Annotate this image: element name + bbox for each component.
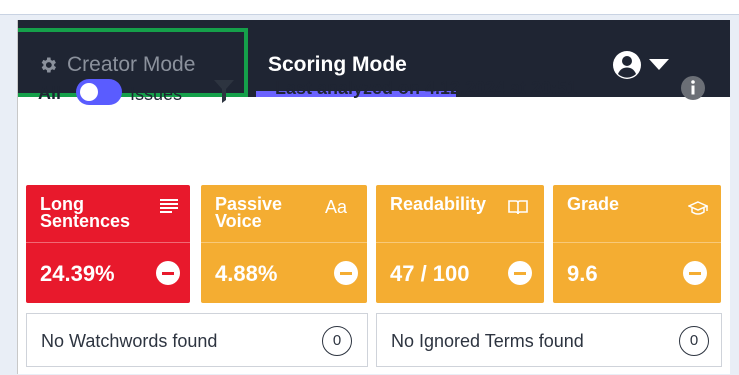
collapse-icon[interactable] xyxy=(334,261,358,285)
card-header: Grade xyxy=(553,185,721,243)
watchwords-box[interactable]: No Watchwords found 0 xyxy=(26,313,368,367)
chevron-down-icon xyxy=(649,59,669,70)
user-menu[interactable] xyxy=(612,50,670,80)
tab-scoring-mode[interactable]: Scoring Mode xyxy=(268,50,407,80)
last-analyzed-text: Last analyzed on 4.12.2024 at 20:51 xyxy=(275,78,578,98)
filter-icon[interactable] xyxy=(213,78,235,104)
metric-long-sentences[interactable]: Long Sentences 24.39% xyxy=(26,185,190,303)
card-title: Passive Voice xyxy=(215,195,282,231)
graduation-cap-icon xyxy=(688,201,708,215)
watchwords-label: No Watchwords found xyxy=(41,331,218,351)
card-header: Readability xyxy=(376,185,544,243)
metric-readability[interactable]: Readability 47 / 100 xyxy=(376,185,544,303)
metric-value: 4.88% xyxy=(215,261,278,286)
tab-scoring-label: Scoring Mode xyxy=(268,53,407,76)
card-title-line1: Readability xyxy=(390,194,487,214)
card-title: Grade xyxy=(567,194,620,214)
metric-grade[interactable]: Grade 9.6 xyxy=(553,185,721,303)
scoring-panel: Creator Mode Scoring Mode All Issues Las… xyxy=(17,20,730,374)
collapse-icon[interactable] xyxy=(508,261,532,285)
toggle-knob xyxy=(80,83,98,101)
ignored-terms-box[interactable]: No Ignored Terms found 0 xyxy=(376,313,722,367)
issues-toggle[interactable] xyxy=(76,79,122,105)
ignored-terms-count: 0 xyxy=(679,326,709,356)
info-icon[interactable] xyxy=(680,75,706,101)
card-title-line2: Sentences xyxy=(40,211,131,231)
metric-passive-voice[interactable]: Passive Voice Aa 4.88% xyxy=(201,185,367,303)
card-title-line2: Voice xyxy=(215,211,262,231)
collapse-icon[interactable] xyxy=(156,261,180,285)
font-size-icon: Aa xyxy=(325,197,348,217)
align-lines-icon xyxy=(160,199,178,213)
card-title: Readability xyxy=(390,194,487,214)
card-title-line1: Grade xyxy=(567,194,620,214)
watchwords-count: 0 xyxy=(322,326,352,356)
all-label: All xyxy=(38,83,62,103)
card-header: Passive Voice Aa xyxy=(201,185,367,243)
collapse-icon[interactable] xyxy=(683,261,707,285)
metric-value: 24.39% xyxy=(40,261,115,286)
card-title: Long Sentences xyxy=(40,195,131,231)
metric-value: 9.6 xyxy=(567,261,598,286)
book-icon xyxy=(508,200,528,215)
ignored-terms-label: No Ignored Terms found xyxy=(391,331,584,351)
user-circle-icon xyxy=(613,51,641,79)
issues-label: Issues xyxy=(130,84,183,104)
toolbar xyxy=(18,97,730,183)
card-header: Long Sentences xyxy=(26,185,190,243)
metric-value: 47 / 100 xyxy=(390,261,470,286)
